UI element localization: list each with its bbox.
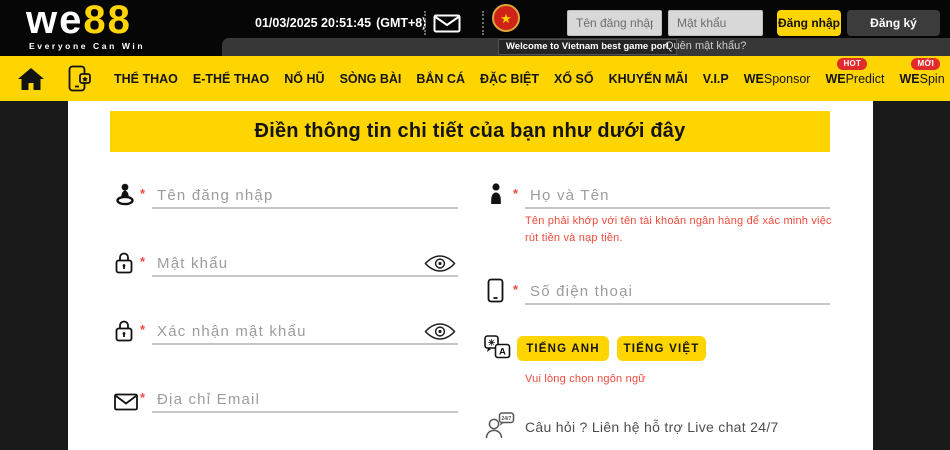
fullname-field: * [491, 179, 830, 209]
timezone-text: (GMT+8) [376, 16, 427, 30]
nav-item-wepredict[interactable]: HOT WEPredict [825, 57, 885, 86]
live-chat-support-text: Câu hỏi ? Liên hệ hỗ trợ Live chat 24/7 [525, 419, 779, 435]
nav-item-khuyen-mai[interactable]: KHUYẾN MÃI [609, 72, 688, 86]
hot-badge: HOT [837, 57, 868, 70]
input-underline [525, 303, 830, 305]
lock-icon [114, 319, 134, 343]
required-marker: * [513, 186, 519, 201]
form-title: Điền thông tin chi tiết của bạn như dưới… [110, 111, 830, 152]
lock-icon [114, 251, 134, 275]
phone-icon [487, 278, 504, 303]
we-rest: Spin [919, 71, 945, 86]
we-prefix: WE [743, 71, 764, 86]
we88-registration-page: we88 Everyone Can Win 01/03/2025 20:51:4… [0, 0, 950, 450]
required-marker: * [140, 322, 146, 337]
register-button[interactable]: Đăng ký [847, 10, 940, 36]
nav-item-vip[interactable]: V.I.P [703, 72, 729, 86]
we-rest: Sponsor [763, 71, 811, 86]
home-icon[interactable] [18, 67, 44, 90]
registration-panel: Điền thông tin chi tiết của bạn như dưới… [68, 101, 873, 450]
email-input[interactable] [152, 387, 458, 411]
vietnam-flag-icon[interactable]: ★ [492, 4, 520, 32]
fullname-input[interactable] [525, 183, 830, 207]
language-icon: ✳ A [484, 335, 511, 360]
user-icon [114, 183, 136, 207]
nav-item-xo-so[interactable]: XỔ SỐ [554, 72, 594, 86]
we-rest: Predict [845, 71, 885, 86]
logo-tagline: Everyone Can Win [29, 41, 146, 51]
username-field: * [116, 179, 458, 209]
main-navigation: THỂ THAO E-THỂ THAO NỔ HŨ SÒNG BÀI BẮN C… [0, 56, 950, 101]
language-note: Vui lòng chọn ngôn ngữ [525, 373, 646, 385]
logo-88: 88 [83, 0, 132, 42]
nav-item-wesponsor[interactable]: WESponsor [744, 72, 811, 86]
nav-item-no-hu[interactable]: NỔ HŨ [284, 72, 324, 86]
password-input[interactable] [152, 251, 458, 275]
email-field: * [114, 383, 458, 413]
we88-logo[interactable]: we88 [26, 0, 132, 43]
login-button[interactable]: Đăng nhập [777, 10, 841, 36]
input-underline [152, 275, 458, 277]
show-password-icon[interactable] [424, 254, 456, 273]
envelope-icon [114, 393, 138, 411]
nav-menu: THỂ THAO E-THỂ THAO NỔ HŨ SÒNG BÀI BẮN C… [114, 57, 945, 86]
we-prefix: WE [899, 71, 920, 86]
dotted-divider [482, 11, 484, 35]
top-header: we88 Everyone Can Win 01/03/2025 20:51:4… [0, 0, 950, 56]
mail-icon[interactable] [433, 14, 461, 38]
phone-input[interactable] [525, 279, 830, 303]
datetime-display: 01/03/2025 20:51:45 (GMT+8) [255, 16, 426, 30]
header-sub-bar: Welcome to Vietnam best game porl Quên m… [222, 38, 950, 56]
input-underline [152, 343, 458, 345]
header-password-input[interactable] [668, 10, 763, 36]
mobile-app-icon[interactable] [68, 65, 92, 92]
language-vietnamese-button[interactable]: TIẾNG VIỆT [617, 336, 706, 361]
show-password-icon[interactable] [424, 322, 456, 341]
forgot-password-link[interactable]: Quên mật khẩu? [665, 40, 746, 52]
header-username-input[interactable] [567, 10, 662, 36]
nav-item-dac-biet[interactable]: ĐẶC BIỆT [480, 72, 539, 86]
nav-item-the-thao[interactable]: THỂ THAO [114, 72, 178, 86]
input-underline [152, 411, 458, 413]
required-marker: * [140, 390, 146, 405]
date-time-text: 01/03/2025 20:51:45 [255, 16, 372, 30]
language-english-button[interactable]: TIẾNG ANH [517, 336, 609, 361]
confirm-password-field: * [115, 315, 458, 345]
required-marker: * [140, 186, 146, 201]
confirm-password-input[interactable] [152, 319, 458, 343]
main-area: Điền thông tin chi tiết của bạn như dưới… [0, 101, 950, 450]
person-icon [487, 183, 505, 207]
we-prefix: WE [825, 71, 846, 86]
nav-item-song-bai[interactable]: SÒNG BÀI [340, 72, 402, 86]
fullname-note: Tên phải khớp với tên tài khoản ngân hàn… [525, 215, 832, 244]
logo-we: we [26, 0, 84, 42]
dotted-divider [424, 11, 426, 35]
live-chat-icon: 24/7 [484, 411, 517, 439]
support-badge-text: 24/7 [502, 416, 512, 422]
svg-text:A: A [499, 347, 506, 358]
nav-item-ban-ca[interactable]: BẮN CÁ [416, 72, 465, 86]
username-input[interactable] [152, 183, 458, 207]
input-underline [525, 207, 830, 209]
nav-item-wespin[interactable]: MỚI WESpin [899, 57, 945, 86]
required-marker: * [140, 254, 146, 269]
input-underline [152, 207, 458, 209]
phone-field: * [487, 275, 830, 305]
flag-star: ★ [500, 10, 512, 26]
required-marker: * [513, 282, 519, 297]
nav-item-e-the-thao[interactable]: E-THỂ THAO [193, 72, 269, 86]
password-field: * [115, 247, 458, 277]
new-badge: MỚI [911, 57, 941, 70]
welcome-ticker: Welcome to Vietnam best game porl [498, 39, 677, 55]
